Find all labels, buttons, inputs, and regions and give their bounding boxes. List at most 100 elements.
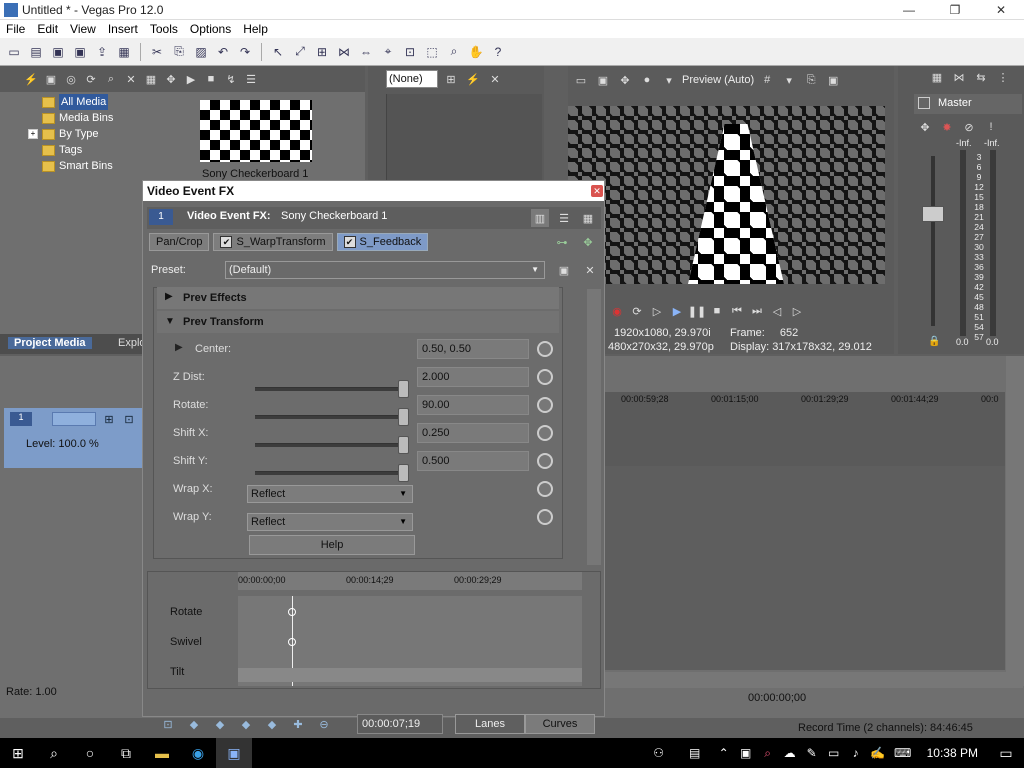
menu-edit[interactable]: Edit xyxy=(31,20,64,38)
shiftx-value[interactable]: 0.250 xyxy=(417,423,529,443)
play-from-start-icon[interactable]: ▷ xyxy=(648,302,666,320)
touch-keyboard-icon[interactable]: ⌨ xyxy=(889,738,917,768)
center-value[interactable]: 0.50, 0.50 xyxy=(417,339,529,359)
shifty-value[interactable]: 0.500 xyxy=(417,451,529,471)
envelope-tool-icon[interactable]: ⤢ xyxy=(290,42,310,62)
go-to-start-icon[interactable]: ⏮ xyxy=(728,302,746,320)
sync-cursor-icon[interactable]: ⊡ xyxy=(159,715,177,733)
timeline-empty-area[interactable] xyxy=(605,466,1005,670)
keyframe-clock-icon[interactable] xyxy=(537,453,553,469)
open-icon[interactable]: ▤ xyxy=(26,42,46,62)
undo-icon[interactable]: ↶ xyxy=(213,42,233,62)
menu-view[interactable]: View xyxy=(64,20,102,38)
parameter-scrollbar[interactable] xyxy=(587,289,601,565)
copy-snapshot-icon[interactable]: ⎘ xyxy=(802,71,820,89)
vegas-taskbar-icon[interactable]: ▣ xyxy=(216,738,252,768)
browser-icon[interactable]: ◉ xyxy=(180,738,216,768)
chain-feedback[interactable]: ✔ S_Feedback xyxy=(336,233,429,251)
play-icon[interactable]: ▶ xyxy=(668,302,686,320)
tray-search-icon[interactable]: ⌕ xyxy=(757,738,779,768)
menu-tools[interactable]: Tools xyxy=(144,20,184,38)
overlays-icon[interactable]: # xyxy=(758,71,776,89)
tray-app-icon[interactable]: ▣ xyxy=(735,738,757,768)
last-keyframe-icon[interactable]: ◆ xyxy=(263,715,281,733)
tree-item-tags[interactable]: Tags xyxy=(28,142,183,158)
import-media-icon[interactable]: ⚡ xyxy=(22,70,40,88)
media-thumbnail[interactable] xyxy=(200,100,312,162)
menu-help[interactable]: Help xyxy=(237,20,274,38)
split-screen-icon[interactable]: ✥ xyxy=(616,71,634,89)
keyframe-marker[interactable] xyxy=(288,608,296,616)
tray-cloud-icon[interactable]: ☁ xyxy=(779,738,801,768)
refresh-icon[interactable]: ⟳ xyxy=(82,70,100,88)
auto-crossfade-icon[interactable]: ⋈ xyxy=(334,42,354,62)
rotate-value[interactable]: 90.00 xyxy=(417,395,529,415)
preview-quality-select[interactable]: Preview (Auto) xyxy=(682,74,754,86)
taskbar-clock[interactable]: 10:38 PM xyxy=(917,746,988,760)
menu-insert[interactable]: Insert xyxy=(102,20,144,38)
media-fx-icon[interactable]: ✥ xyxy=(162,70,180,88)
menu-options[interactable]: Options xyxy=(184,20,237,38)
tree-item-smart-bins[interactable]: Smart Bins xyxy=(28,158,183,174)
views-icon[interactable]: ☰ xyxy=(242,70,260,88)
stop-icon[interactable]: ■ xyxy=(708,302,726,320)
selection-tool-icon[interactable]: ⬚ xyxy=(422,42,442,62)
tree-item-by-type[interactable]: + By Type xyxy=(28,126,183,142)
help-pointer-icon[interactable]: ✋ xyxy=(466,42,486,62)
people-icon[interactable]: ⚇ xyxy=(641,738,677,768)
what-is-this-icon[interactable]: ? xyxy=(488,42,508,62)
keyframe-clock-icon[interactable] xyxy=(537,369,553,385)
remove-icon[interactable]: ✕ xyxy=(122,70,140,88)
master-fx-icon[interactable]: ✥ xyxy=(916,118,934,136)
keyframe-clock-icon[interactable] xyxy=(537,509,553,525)
keyframe-marker[interactable] xyxy=(288,638,296,646)
video-output-icon[interactable]: ▭ xyxy=(572,71,590,89)
kf-track-tilt[interactable]: Tilt xyxy=(170,660,238,686)
save-as-icon[interactable]: ▣ xyxy=(70,42,90,62)
keyframe-clock-icon[interactable] xyxy=(537,425,553,441)
auto-ripple-icon[interactable]: ⇔ xyxy=(356,42,376,62)
timeline-tracks[interactable]: 00:00:59;28 00:01:15;00 00:01:29;29 00:0… xyxy=(605,392,1005,466)
wrapx-select[interactable]: Reflect ▼ xyxy=(247,485,413,503)
chain-pan-crop[interactable]: Pan/Crop xyxy=(149,233,210,251)
new-icon[interactable]: ▭ xyxy=(4,42,24,62)
search-icon[interactable]: ⌕ xyxy=(36,738,72,768)
keyboard-layout-icon[interactable]: ▤ xyxy=(677,738,713,768)
dialog-close-button[interactable]: ✕ xyxy=(591,185,603,197)
view-list-icon[interactable]: ▥ xyxy=(531,209,549,227)
dropdown-arrow-icon[interactable]: ▾ xyxy=(660,71,678,89)
overlays-dropdown-icon[interactable]: ▾ xyxy=(780,71,798,89)
keyframe-ruler[interactable]: 00:00:00;00 00:00:14;29 00:00:29;29 xyxy=(238,572,582,590)
keyframe-scrollbar[interactable] xyxy=(238,668,582,682)
tree-item-all-media[interactable]: All Media xyxy=(28,94,183,110)
view-cards-icon[interactable]: ▦ xyxy=(579,209,597,227)
trimmer-video-icon[interactable]: ⊞ xyxy=(442,70,460,88)
keyframe-clock-icon[interactable] xyxy=(537,341,553,357)
cut-icon[interactable]: ✂ xyxy=(147,42,167,62)
start-icon[interactable]: ⊞ xyxy=(0,738,36,768)
chain-remove-icon[interactable]: ✥ xyxy=(579,233,597,251)
previous-frame-icon[interactable]: ◁ xyxy=(768,302,786,320)
tray-settings-icon[interactable]: ✎ xyxy=(801,738,823,768)
tab-project-media[interactable]: Project Media xyxy=(8,337,92,349)
mixer-properties-icon[interactable]: ▦ xyxy=(928,68,946,86)
kf-track-rotate[interactable]: Rotate xyxy=(170,600,238,626)
track-name-field[interactable] xyxy=(52,412,96,426)
play-icon[interactable]: ▶ xyxy=(182,70,200,88)
auto-preview-icon[interactable]: ↯ xyxy=(222,70,240,88)
first-keyframe-icon[interactable]: ◆ xyxy=(185,715,203,733)
properties-icon[interactable]: ▦ xyxy=(114,42,134,62)
close-window-button[interactable]: ✕ xyxy=(978,0,1024,20)
zdist-value[interactable]: 2.000 xyxy=(417,367,529,387)
redo-icon[interactable]: ↷ xyxy=(235,42,255,62)
curves-button[interactable]: Curves xyxy=(525,714,595,734)
delete-keyframe-icon[interactable]: ⊖ xyxy=(315,715,333,733)
dim-icon[interactable]: ⇆ xyxy=(972,68,990,86)
section-prev-effects[interactable]: ▶ Prev Effects xyxy=(157,287,559,309)
expand-right-icon[interactable]: ▶ xyxy=(175,342,183,353)
master-gear-icon[interactable]: ✸ xyxy=(938,118,956,136)
checkbox-icon[interactable]: ✔ xyxy=(220,236,233,248)
trimmer-fx-icon[interactable]: ⚡ xyxy=(464,70,482,88)
trimmer-clear-icon[interactable]: ✕ xyxy=(486,70,504,88)
save-preset-icon[interactable]: ▣ xyxy=(555,261,573,279)
